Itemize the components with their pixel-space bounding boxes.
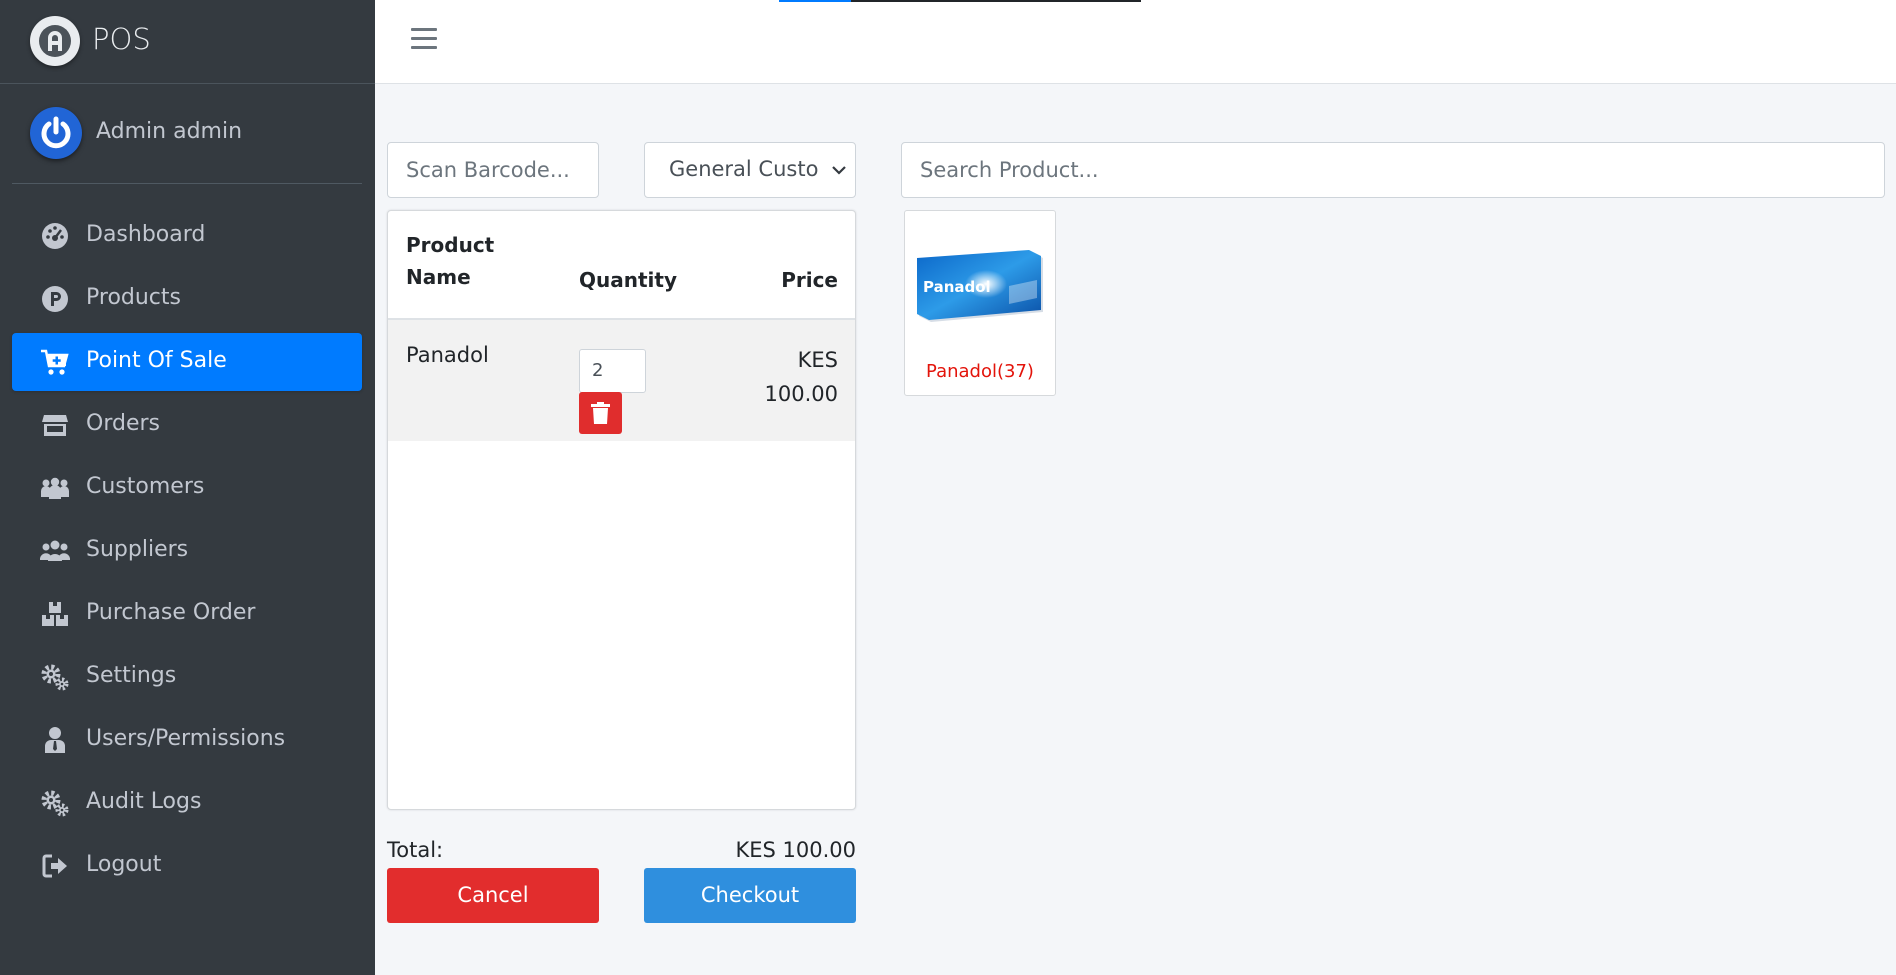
cart-item-price-amount: 100.00: [764, 382, 838, 406]
column-header-product: Product Name: [406, 233, 494, 289]
sidebar-item-label: Settings: [86, 663, 177, 688]
chevron-down-icon: [832, 166, 846, 175]
quantity-input[interactable]: 2: [579, 349, 646, 393]
menu-toggle-icon[interactable]: [411, 28, 437, 52]
sidebar-item-logout[interactable]: Logout: [12, 837, 362, 895]
sidebar-item-customers[interactable]: Customers: [12, 459, 362, 517]
sidebar-item-label: Orders: [86, 411, 160, 436]
user-name: Admin admin: [96, 119, 243, 144]
customer-select-value: General Customer: [669, 157, 819, 181]
quantity-value: 2: [592, 360, 604, 381]
top-navbar: [375, 0, 1896, 84]
product-image: Panadol: [917, 250, 1043, 322]
avatar: [30, 107, 82, 159]
store-icon: [42, 415, 68, 436]
sign-out-icon: [42, 854, 67, 878]
sidebar-item-point-of-sale[interactable]: Point Of Sale: [12, 333, 362, 391]
cogs-icon: [41, 790, 69, 817]
cart-item-price: KES 100.00: [688, 343, 838, 411]
brand-logo-icon: [30, 16, 80, 66]
column-header-product-line1: Product: [406, 233, 495, 257]
search-product-input[interactable]: [901, 142, 1885, 198]
cogs-icon: [41, 664, 69, 691]
sidebar-nav: Dashboard Products Point Of Sale Orders …: [12, 207, 362, 900]
sidebar-item-audit-logs[interactable]: Audit Logs: [12, 774, 362, 832]
sidebar-item-label: Point Of Sale: [86, 348, 227, 373]
dashboard-icon: [42, 223, 68, 249]
total-value: KES 100.00: [735, 838, 856, 862]
cart-item-name: Panadol: [406, 343, 489, 367]
sidebar: POS Admin admin Dashboard Products Point…: [0, 0, 375, 975]
sidebar-item-orders[interactable]: Orders: [12, 396, 362, 454]
barcode-input[interactable]: [387, 142, 599, 198]
sidebar-item-suppliers[interactable]: Suppliers: [12, 522, 362, 580]
cart-plus-icon: [41, 349, 69, 375]
loading-bar: [779, 0, 851, 2]
boxes-icon: [42, 602, 68, 626]
total-label: Total:: [387, 838, 444, 862]
column-header-quantity: Quantity: [579, 268, 677, 292]
product-card[interactable]: Panadol Panadol(37): [904, 210, 1056, 396]
user-panel[interactable]: Admin admin: [12, 85, 362, 184]
cancel-button[interactable]: Cancel: [387, 868, 599, 923]
sidebar-item-label: Dashboard: [86, 222, 206, 247]
sidebar-item-label: Suppliers: [86, 537, 189, 562]
checkout-button[interactable]: Checkout: [644, 868, 856, 923]
brand-title: POS: [92, 22, 151, 56]
sidebar-item-label: Users/Permissions: [86, 726, 286, 751]
suppliers-icon: [40, 540, 70, 561]
customers-icon: [41, 477, 69, 499]
sidebar-item-purchase-order[interactable]: Purchase Order: [12, 585, 362, 643]
trash-icon: [591, 402, 610, 424]
delete-item-button[interactable]: [579, 392, 622, 434]
loading-bar-track: [851, 0, 1141, 2]
power-icon: [41, 116, 71, 149]
brand-link[interactable]: POS: [0, 0, 375, 84]
column-header-price: Price: [781, 268, 838, 292]
sidebar-item-label: Customers: [86, 474, 205, 499]
sidebar-item-settings[interactable]: Settings: [12, 648, 362, 706]
sidebar-item-users-permissions[interactable]: Users/Permissions: [12, 711, 362, 769]
sidebar-item-label: Products: [86, 285, 181, 310]
customer-select[interactable]: General Customer: [644, 142, 856, 198]
cart-item-price-currency: KES: [797, 348, 838, 372]
user-tie-icon: [45, 727, 65, 753]
product-image-text: Panadol: [923, 278, 991, 296]
sidebar-item-label: Purchase Order: [86, 600, 256, 625]
products-icon: [42, 286, 68, 312]
cart-table: Product Name Quantity Price Panadol 2 KE…: [387, 210, 856, 810]
column-header-product-line2: Name: [406, 265, 471, 289]
product-name: Panadol(37): [926, 361, 1034, 382]
sidebar-item-products[interactable]: Products: [12, 270, 362, 328]
sidebar-item-label: Logout: [86, 852, 162, 877]
sidebar-item-dashboard[interactable]: Dashboard: [12, 207, 362, 265]
table-row: Panadol 2 KES 100.00: [388, 320, 855, 441]
sidebar-item-label: Audit Logs: [86, 789, 202, 814]
